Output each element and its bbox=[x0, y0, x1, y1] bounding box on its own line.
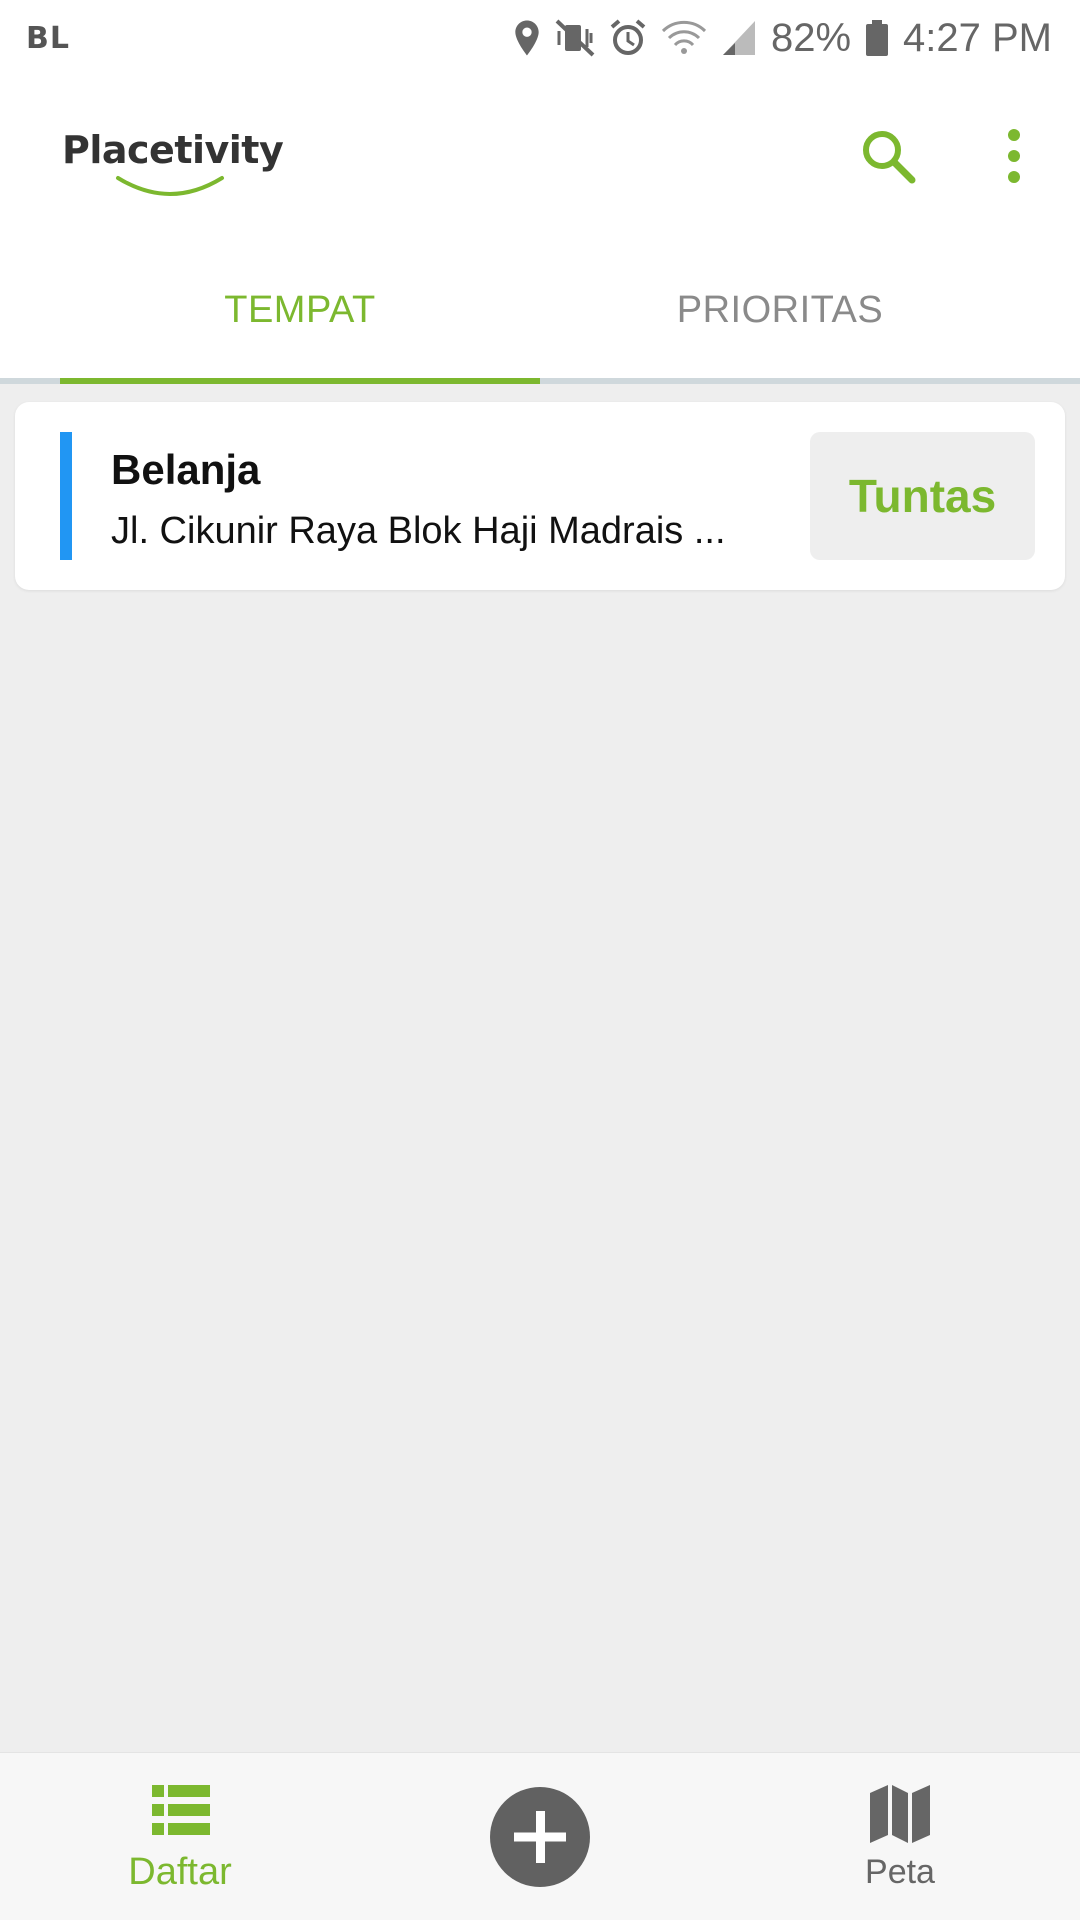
place-title: Belanja bbox=[111, 446, 261, 493]
app-logo: Placetivity bbox=[62, 128, 292, 208]
nav-list[interactable]: Daftar bbox=[100, 1753, 260, 1920]
nav-map-label: Peta bbox=[865, 1853, 935, 1891]
nav-list-label: Daftar bbox=[128, 1851, 232, 1893]
battery-icon bbox=[866, 20, 889, 56]
alarm-icon bbox=[610, 19, 646, 55]
tab-bar: TEMPAT PRIORITAS bbox=[0, 236, 1080, 384]
status-icons: 82% 4:27 PM bbox=[513, 16, 1052, 61]
tab-prioritas[interactable]: PRIORITAS bbox=[540, 236, 1020, 384]
list-icon bbox=[152, 1785, 210, 1835]
map-icon bbox=[870, 1785, 930, 1843]
search-icon bbox=[863, 131, 916, 184]
logo-smile-icon bbox=[116, 176, 224, 196]
tab-tempat[interactable]: TEMPAT bbox=[60, 236, 540, 384]
wifi-icon bbox=[661, 20, 707, 54]
clock: 4:27 PM bbox=[903, 15, 1052, 60]
bottom-navigation: Daftar Peta bbox=[0, 1752, 1080, 1920]
nav-map[interactable]: Peta bbox=[840, 1753, 960, 1920]
search-button[interactable] bbox=[858, 126, 918, 186]
logo-text: Placetivity bbox=[62, 128, 284, 172]
tab-indicator bbox=[60, 378, 540, 384]
location-icon bbox=[515, 20, 539, 56]
status-bar: BL 82% 4:27 PM bbox=[0, 0, 1080, 76]
done-button[interactable]: Tuntas bbox=[810, 432, 1035, 560]
battery-percent: 82% bbox=[770, 15, 852, 60]
add-icon bbox=[490, 1787, 590, 1887]
overflow-menu-button[interactable] bbox=[996, 126, 1036, 186]
vibrate-mute-icon bbox=[555, 19, 595, 57]
signal-icon bbox=[722, 21, 755, 55]
carrier-label: BL bbox=[26, 20, 70, 56]
category-color-bar bbox=[60, 432, 72, 560]
add-place-button[interactable] bbox=[490, 1753, 590, 1920]
list-item[interactable]: Belanja Jl. Cikunir Raya Blok Haji Madra… bbox=[15, 402, 1065, 590]
place-address: Jl. Cikunir Raya Blok Haji Madrais ... bbox=[111, 510, 726, 552]
app-bar: Placetivity bbox=[0, 76, 1080, 236]
more-vert-icon bbox=[1008, 129, 1020, 183]
